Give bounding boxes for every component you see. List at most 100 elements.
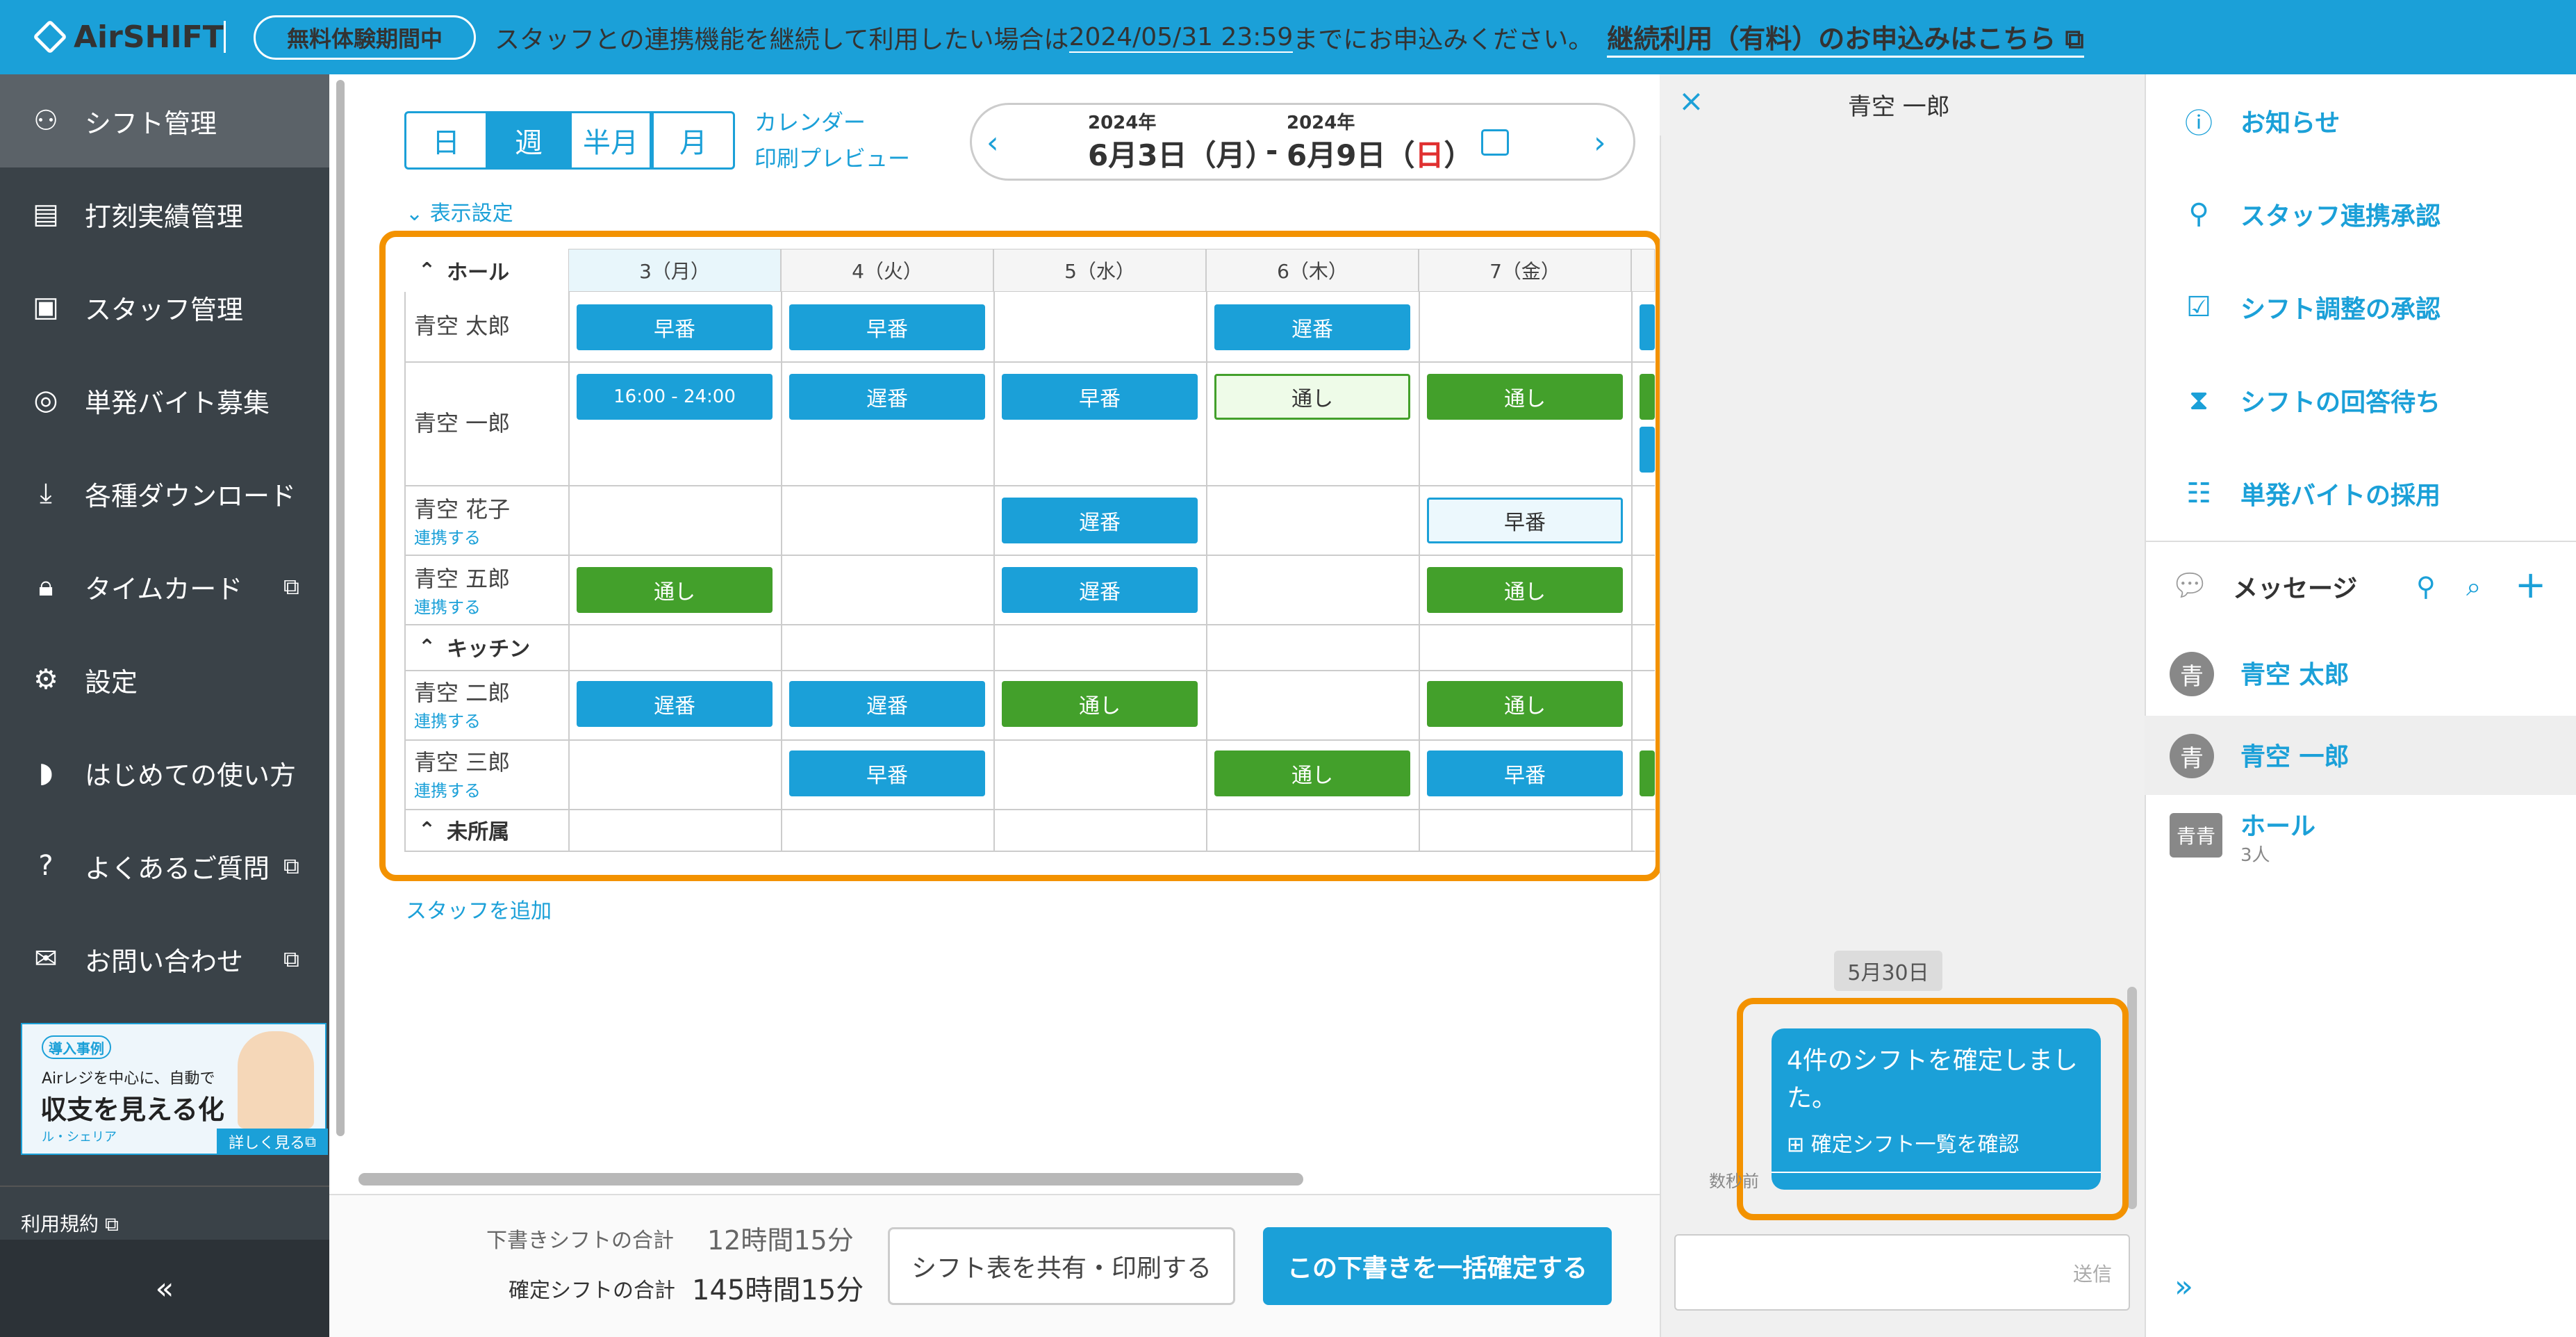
- sidebar-item-faq[interactable]: ? よくあるご質問 ⧉: [0, 819, 329, 912]
- group-kitchen[interactable]: ⌃ キッチン: [404, 624, 613, 670]
- end-date: 6月9日（日）: [1287, 132, 1473, 174]
- shift-chip[interactable]: 16:00 - 24:00: [577, 374, 773, 420]
- right-item-shift-adjust[interactable]: ☑ シフト調整の承認: [2145, 261, 2576, 354]
- external-link-icon: ⧉: [283, 852, 299, 879]
- sidebar-item-settings[interactable]: ⚙ 設定: [0, 633, 329, 726]
- shift-chip[interactable]: 通し: [1214, 374, 1410, 420]
- view-month-button[interactable]: 月: [652, 111, 735, 170]
- next-week-chevron-icon[interactable]: ›: [1594, 125, 1606, 161]
- shift-chip-cutoff[interactable]: [1640, 427, 1655, 473]
- staff-name[interactable]: 青空 二郎: [414, 675, 510, 707]
- send-button[interactable]: 送信: [2073, 1259, 2112, 1287]
- shift-chip[interactable]: 遅番: [1002, 498, 1198, 543]
- shift-chip[interactable]: 早番: [1427, 750, 1623, 796]
- shift-chip[interactable]: 遅番: [789, 374, 985, 420]
- link-staff-link[interactable]: 連携する: [414, 777, 510, 801]
- shift-chip[interactable]: 遅番: [1214, 304, 1410, 350]
- view-day-button[interactable]: 日: [404, 111, 488, 170]
- right-item-notice[interactable]: ⓘ お知らせ: [2145, 74, 2576, 167]
- staff-name[interactable]: 青空 花子: [414, 492, 510, 524]
- shift-chip[interactable]: 早番: [1002, 374, 1198, 420]
- sidebar-item-guide[interactable]: ◗ はじめての使い方: [0, 726, 329, 819]
- link-staff-link[interactable]: 連携する: [414, 593, 510, 618]
- collapse-sidebar-button[interactable]: «: [0, 1240, 329, 1337]
- sidebar-item-staff[interactable]: ▣ スタッフ管理: [0, 261, 329, 354]
- expand-panel-button[interactable]: »: [2174, 1269, 2193, 1304]
- contact-hall[interactable]: 青青 ホール 3人: [2145, 795, 2576, 874]
- external-link-icon: ⧉: [2065, 24, 2084, 54]
- view-week-button[interactable]: 週: [488, 111, 570, 170]
- sidebar-item-label: 単発バイト募集: [85, 387, 270, 418]
- add-icon[interactable]: +: [2515, 563, 2546, 607]
- share-print-button[interactable]: シフト表を共有・印刷する: [888, 1227, 1235, 1305]
- right-item-staff-approval[interactable]: ⚲ スタッフ連携承認: [2145, 167, 2576, 261]
- shift-chip[interactable]: 通し: [577, 567, 773, 613]
- print-preview-link[interactable]: 印刷プレビュー: [754, 140, 910, 177]
- doc-person-icon: ☷: [2186, 477, 2211, 509]
- chat-scrollbar[interactable]: [2127, 987, 2137, 1209]
- horizontal-scrollbar[interactable]: [358, 1173, 1303, 1186]
- sidebar-item-timecard[interactable]: 🔒︎ タイムカード ⧉: [0, 540, 329, 633]
- chat-input[interactable]: [1674, 1234, 2130, 1311]
- message-timestamp: 数秒前: [1709, 1172, 1759, 1191]
- contact-taro[interactable]: 青青空 太郎: [2145, 634, 2576, 713]
- view-halfmonth-button[interactable]: 半月: [570, 111, 652, 170]
- banner-message-post: までにお申込みください。: [1293, 26, 1594, 54]
- shift-chip[interactable]: 遅番: [789, 681, 985, 727]
- shift-chip[interactable]: 通し: [1427, 374, 1623, 420]
- contact-ichiro[interactable]: 青青空 一郎: [2145, 716, 2576, 795]
- staff-name[interactable]: 青空 三郎: [414, 745, 510, 777]
- row-divider: [404, 851, 1655, 852]
- sidebar-item-shift[interactable]: ⚇ シフト管理: [0, 74, 329, 167]
- shift-chip[interactable]: 早番: [789, 750, 985, 796]
- chevron-down-icon: ⌄: [406, 202, 424, 226]
- person-icon[interactable]: ⚲: [2416, 571, 2436, 602]
- link-staff-link[interactable]: 連携する: [414, 707, 510, 732]
- airshift-logo[interactable]: AirSHIFT: [33, 15, 224, 58]
- speech-bubble-icon: 💬︎: [2170, 568, 2209, 603]
- shift-chip[interactable]: 通し: [1427, 681, 1623, 727]
- shift-chip[interactable]: 遅番: [577, 681, 773, 727]
- sidebar-item-contact[interactable]: ✉ お問い合わせ ⧉: [0, 912, 329, 1006]
- row-divider: [404, 485, 1655, 486]
- shift-chip[interactable]: 早番: [1427, 498, 1623, 543]
- sidebar-item-recruit[interactable]: ◎ 単発バイト募集: [0, 354, 329, 447]
- staff-name[interactable]: 青空 五郎: [414, 561, 510, 593]
- staff-name[interactable]: 青空 一郎: [414, 406, 510, 438]
- search-icon[interactable]: ⌕: [2466, 571, 2481, 602]
- sidebar-item-label: よくあるご質問: [85, 853, 270, 884]
- display-settings-toggle[interactable]: ⌄ 表示設定: [406, 196, 513, 227]
- terms-link[interactable]: 利用規約 ⧉: [21, 1209, 119, 1237]
- shift-chip[interactable]: 早番: [789, 304, 985, 350]
- prev-week-chevron-icon[interactable]: ‹: [986, 125, 999, 161]
- shift-chip[interactable]: 通し: [1427, 567, 1623, 613]
- right-item-awaiting[interactable]: ⧗ シフトの回答待ち: [2145, 354, 2576, 447]
- promo-detail-button[interactable]: 詳しく見る ⧉: [217, 1129, 328, 1155]
- promo-banner[interactable]: 導入事例 Airレジを中心に、自動で 収支を見える化 ル・シェリア 詳しく見る ⧉: [21, 1023, 328, 1155]
- staff-name[interactable]: 青空 太郎: [414, 309, 510, 341]
- link-staff-link[interactable]: 連携する: [414, 524, 510, 548]
- group-hall[interactable]: ⌃ ホール: [404, 249, 568, 292]
- close-icon[interactable]: ×: [1678, 83, 1704, 119]
- sidebar-scrollbar[interactable]: [336, 80, 345, 1136]
- right-item-hire[interactable]: ☷ 単発バイトの採用: [2145, 447, 2576, 540]
- shift-chip-cutoff[interactable]: [1640, 750, 1655, 796]
- confirm-all-drafts-button[interactable]: この下書きを一括確定する: [1263, 1227, 1612, 1305]
- banner-deadline: 2024/05/31 23:59: [1068, 22, 1294, 53]
- calendar-link[interactable]: カレンダー: [754, 104, 910, 140]
- draft-total-label: 下書きシフトの合計: [486, 1229, 674, 1253]
- sidebar-item-timesheet[interactable]: ▤ 打刻実績管理: [0, 167, 329, 261]
- continue-subscription-link[interactable]: 継続利用（有料）のお申込みはこちら ⧉: [1607, 17, 2084, 58]
- shift-chip[interactable]: 遅番: [1002, 567, 1198, 613]
- add-staff-link[interactable]: スタッフを追加: [406, 894, 552, 924]
- shift-chip[interactable]: 早番: [577, 304, 773, 350]
- calendar-icon[interactable]: [1481, 129, 1509, 156]
- shift-chip-cutoff[interactable]: [1640, 374, 1655, 420]
- confirmed-shifts-link[interactable]: ⊞ 確定シフト一覧を確認: [1787, 1127, 2020, 1158]
- shift-chip[interactable]: 通し: [1214, 750, 1410, 796]
- shift-chip[interactable]: 通し: [1002, 681, 1198, 727]
- shift-chip-cutoff[interactable]: [1640, 304, 1655, 350]
- group-unassigned[interactable]: ⌃ 未所属: [404, 809, 613, 851]
- info-icon: ⓘ: [2185, 108, 2213, 140]
- sidebar-item-download[interactable]: ⤓ 各種ダウンロード: [0, 447, 329, 540]
